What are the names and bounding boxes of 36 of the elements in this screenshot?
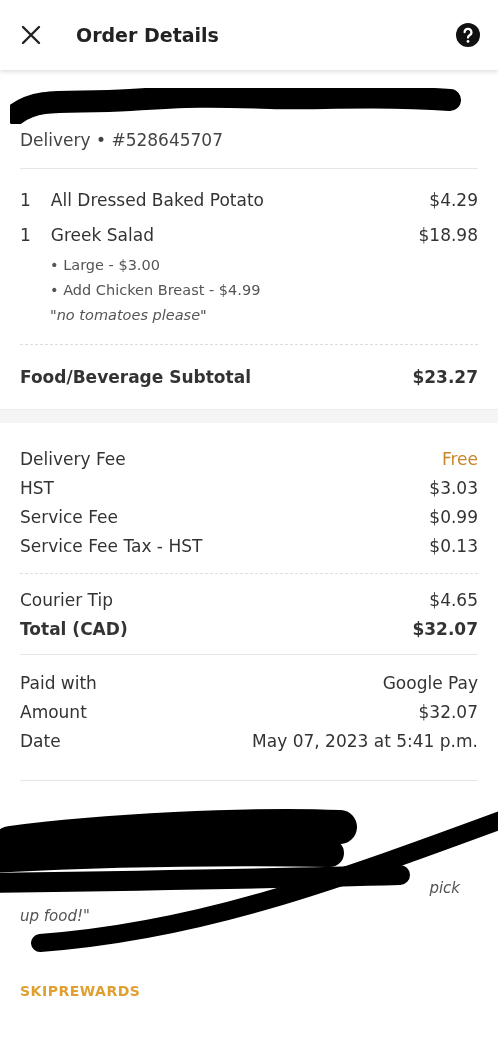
item-price: $18.98 [418,223,478,247]
close-button[interactable] [20,24,42,46]
payment-value: Google Pay [382,671,478,695]
instruction-text: pick [429,877,460,899]
payment-label: Amount [20,700,87,724]
payment-label: Paid with [20,671,97,695]
item-option: • Add Chicken Breast - $4.99 [20,277,478,303]
rewards-title: SKIPREWARDS [20,981,142,1001]
total-value: $32.07 [412,617,478,641]
fee-label: Service Fee [20,505,118,529]
payment-value: May 07, 2023 at 5:41 p.m. [252,729,478,753]
payment-label: Date [20,729,61,753]
item-name: All Dressed Baked Potato [50,188,264,212]
total-label: Courier Tip [20,588,113,612]
fee-value: $3.03 [429,476,478,500]
fee-label: Service Fee Tax - HST [20,534,203,558]
item-price: $4.29 [429,188,478,212]
total-value: $4.65 [429,588,478,612]
item-quantity: 1 [20,188,31,212]
page-title: Order Details [76,22,220,48]
total-label: Total (CAD) [20,617,128,641]
fee-value: $0.99 [429,505,478,529]
payment-value: $32.07 [418,700,478,724]
item-option: • Large - $3.00 [20,252,478,278]
fee-label: Delivery Fee [20,447,126,471]
order-type: Delivery • #528645707 [20,129,224,152]
subtotal-value: $23.27 [412,366,478,390]
subtotal-label: Food/Beverage Subtotal [20,366,251,390]
item-quantity: 1 [20,223,31,247]
fee-label: HST [20,476,54,500]
help-button[interactable] [456,23,480,47]
fee-value: Free [441,447,478,471]
item-note: "no tomatoes please" [49,305,208,325]
instruction-text: up food!" [20,905,90,927]
fee-value: $0.13 [429,534,478,558]
item-name: Greek Salad [50,223,154,247]
